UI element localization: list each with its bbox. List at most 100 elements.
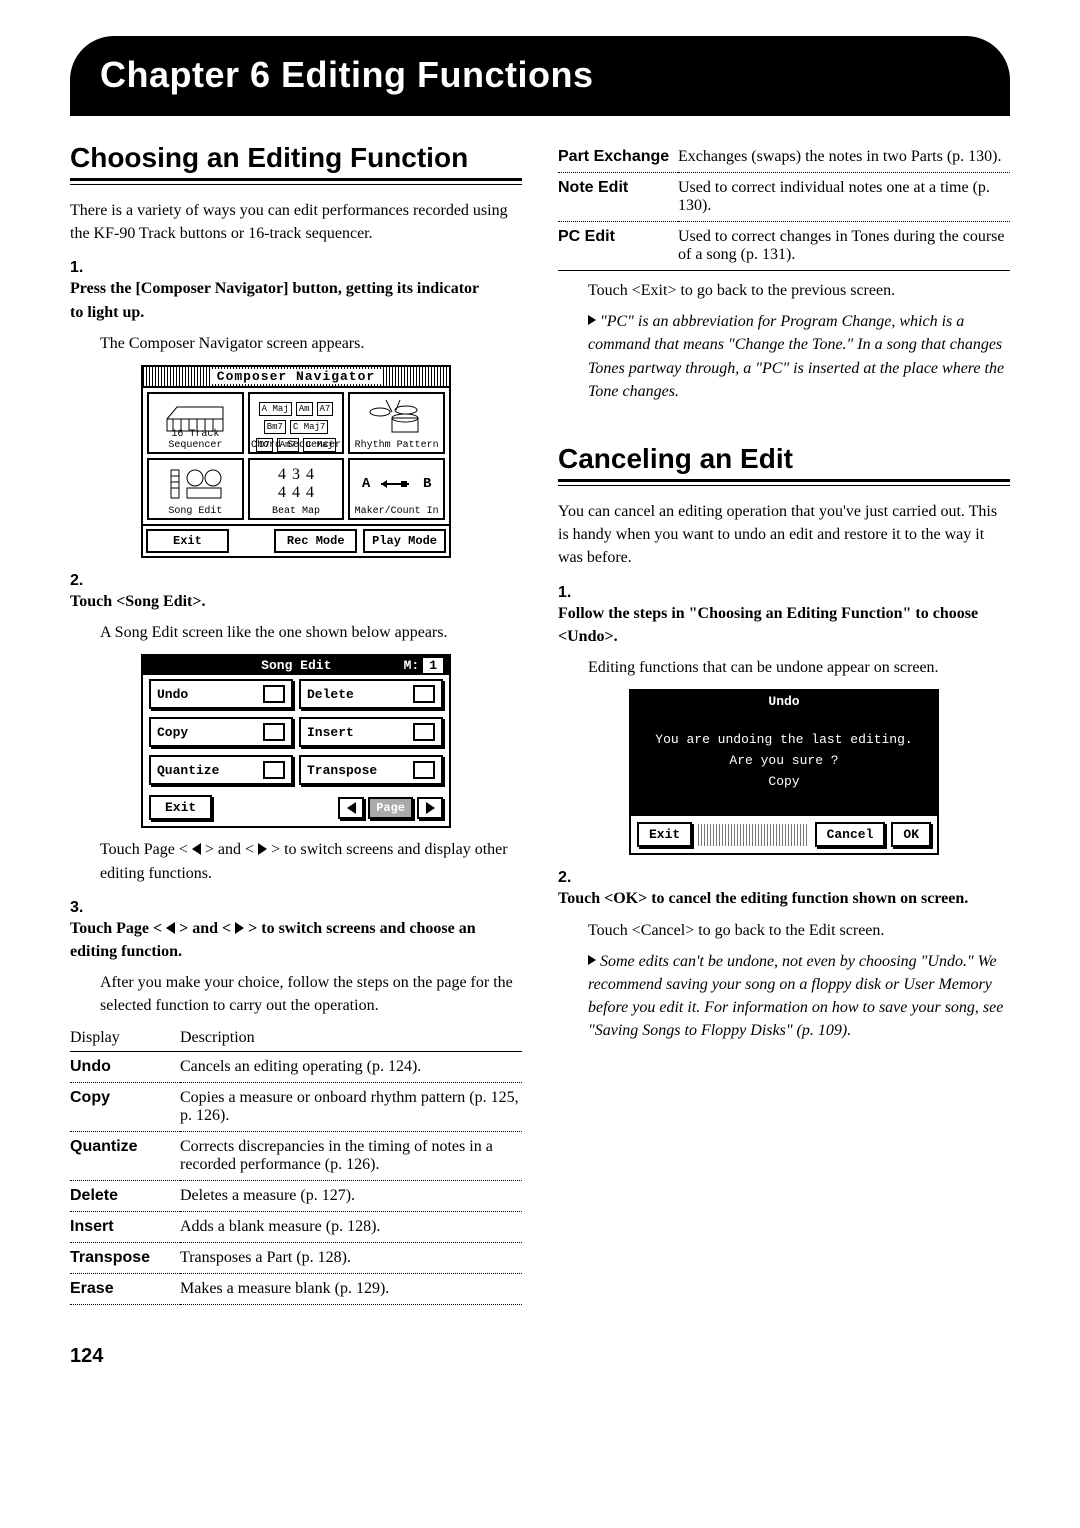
undo-note: Some edits can't be undone, not even by … [588, 950, 1010, 1043]
transpose-icon [413, 761, 435, 779]
page-number: 124 [70, 1345, 1010, 1368]
step-number: 2. [70, 572, 100, 590]
step-heading: Touch <Song Edit>. [70, 590, 492, 613]
lcd-cell-chordseq: A MajAmA7 Bm7C Maj7 D7Am7C Maj Chord Seq… [248, 392, 345, 454]
table-term: Quantize [70, 1132, 180, 1181]
step-number: 2. [558, 869, 588, 887]
table-term: Note Edit [558, 173, 678, 222]
lcd2-page-label: Page [368, 797, 413, 819]
arrow-right-icon [588, 955, 596, 965]
lcd2-delete-button: Delete [299, 679, 443, 709]
lcd2-measure-value: 1 [423, 658, 443, 673]
lcd-undo: Undo You are undoing the last editing. A… [629, 689, 939, 855]
triangle-left-icon [347, 802, 356, 814]
table-term: Undo [70, 1052, 180, 1083]
exit-note: Touch <Exit> to go back to the previous … [588, 279, 1010, 302]
triangle-left-icon [192, 843, 201, 855]
arrow-right-icon [588, 315, 596, 325]
quantize-icon [263, 761, 285, 779]
step-heading: Touch <OK> to cancel the editing functio… [558, 887, 980, 910]
lcd3-title: Undo [631, 691, 937, 712]
lcd3-cancel-button: Cancel [815, 822, 886, 847]
lcd2-transpose-button: Transpose [299, 755, 443, 785]
intro-text: There is a variety of ways you can edit … [70, 199, 522, 245]
chapter-title: Chapter 6 Editing Functions [70, 36, 1010, 116]
lcd-cell-beatmap: 443444 Beat Map [248, 458, 345, 520]
step-body: Touch <Cancel> to go back to the Edit sc… [588, 919, 1010, 942]
table-term: Copy [70, 1083, 180, 1132]
lcd3-line2: Are you sure ? [641, 751, 927, 772]
lcd-cell-16track: 16 Track Sequencer [147, 392, 244, 454]
step-heading: Follow the steps in "Choosing an Editing… [558, 602, 980, 648]
lcd3-line1: You are undoing the last editing. [641, 730, 927, 751]
step2-after: Touch Page < > and < > to switch screens… [100, 838, 522, 884]
rule [558, 479, 1010, 486]
step-number: 3. [70, 899, 100, 917]
triangle-right-icon [426, 802, 435, 814]
lcd3-exit-button: Exit [637, 822, 692, 847]
triangle-right-icon [258, 843, 267, 855]
lcd-cell-rhythm: Rhythm Pattern [348, 392, 445, 454]
table-term: Insert [70, 1212, 180, 1243]
lcd3-ok-button: OK [891, 822, 931, 847]
table-desc: Adds a blank measure (p. 128). [180, 1212, 522, 1243]
step-body: Editing functions that can be undone app… [588, 656, 1010, 679]
step-number: 1. [70, 259, 100, 277]
table-desc: Deletes a measure (p. 127). [180, 1181, 522, 1212]
section-heading-canceling: Canceling an Edit [558, 443, 1010, 475]
lcd2-undo-button: Undo [149, 679, 293, 709]
lcd2-page-next [417, 797, 443, 819]
table-term: Delete [70, 1181, 180, 1212]
step-body: The Composer Navigator screen appears. [100, 332, 522, 355]
right-column: Part ExchangeExchanges (swaps) the notes… [558, 142, 1010, 1305]
table-desc: Exchanges (swaps) the notes in two Parts… [678, 142, 1010, 173]
lcd-cell-marker: A B Maker/Count In [348, 458, 445, 520]
lcd2-measure-label: M: [404, 658, 420, 673]
undo-icon [263, 685, 285, 703]
lcd-title: Composer Navigator [143, 367, 449, 388]
insert-icon [413, 723, 435, 741]
lcd-composer-navigator: Composer Navigator 16 Track Sequencer A … [141, 365, 451, 558]
lcd-song-edit: Song Edit M: 1 Undo Delete Copy Insert Q… [141, 654, 451, 828]
triangle-right-icon [235, 922, 244, 934]
lcd2-copy-button: Copy [149, 717, 293, 747]
lcd2-title: Song Edit [149, 658, 404, 673]
copy-icon [263, 723, 285, 741]
table-term: Part Exchange [558, 142, 678, 173]
table-term: Erase [70, 1274, 180, 1305]
table-term: Transpose [70, 1243, 180, 1274]
table-desc: Copies a measure or onboard rhythm patte… [180, 1083, 522, 1132]
left-column: Choosing an Editing Function There is a … [70, 142, 522, 1305]
table-header-display: Display [70, 1025, 180, 1052]
table-term: PC Edit [558, 222, 678, 271]
lcd2-insert-button: Insert [299, 717, 443, 747]
lcd2-quantize-button: Quantize [149, 755, 293, 785]
step-body: A Song Edit screen like the one shown be… [100, 621, 522, 644]
pc-note: "PC" is an abbreviation for Program Chan… [588, 310, 1010, 403]
step-number: 1. [558, 584, 588, 602]
table-desc: Used to correct individual notes one at … [678, 173, 1010, 222]
delete-icon [413, 685, 435, 703]
table-desc: Corrects discrepancies in the timing of … [180, 1132, 522, 1181]
triangle-left-icon [166, 922, 175, 934]
section-heading-choosing: Choosing an Editing Function [70, 142, 522, 174]
lcd-recmode-button: Rec Mode [274, 529, 357, 553]
intro-text-2: You can cancel an editing operation that… [558, 500, 1010, 570]
table-desc: Cancels an editing operating (p. 124). [180, 1052, 522, 1083]
step-heading: Touch Page < > and < > to switch screens… [70, 917, 492, 963]
table-header-description: Description [180, 1025, 522, 1052]
lcd2-page-prev [338, 797, 364, 819]
table-desc: Transposes a Part (p. 128). [180, 1243, 522, 1274]
step-heading: Press the [Composer Navigator] button, g… [70, 277, 492, 323]
editing-functions-table-continued: Part ExchangeExchanges (swaps) the notes… [558, 142, 1010, 271]
lcd-exit-button: Exit [146, 529, 229, 553]
step-body: After you make your choice, follow the s… [100, 971, 522, 1017]
lcd-cell-songedit: Song Edit [147, 458, 244, 520]
lcd-playmode-button: Play Mode [363, 529, 446, 553]
rule [70, 178, 522, 185]
table-desc: Used to correct changes in Tones during … [678, 222, 1010, 271]
editing-functions-table: DisplayDescription UndoCancels an editin… [70, 1025, 522, 1305]
lcd3-line3: Copy [641, 772, 927, 793]
table-desc: Makes a measure blank (p. 129). [180, 1274, 522, 1305]
lcd2-exit-button: Exit [149, 795, 212, 820]
